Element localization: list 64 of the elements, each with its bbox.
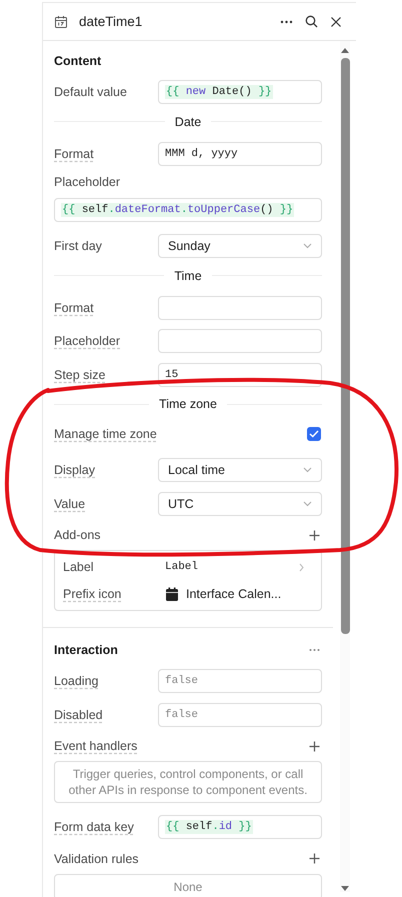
plus-icon <box>309 530 320 540</box>
field-label: Format <box>54 300 95 314</box>
scroll-down-icon[interactable] <box>340 886 350 892</box>
divider-label: Time zone <box>158 397 218 411</box>
field-label: Default value <box>54 85 128 99</box>
input-field[interactable] <box>158 329 322 353</box>
add-button[interactable] <box>307 851 322 866</box>
scroll-up-icon[interactable] <box>340 47 350 53</box>
input-field[interactable]: false <box>158 669 322 693</box>
close-icon <box>330 16 342 28</box>
field-label: Validation rules <box>54 852 140 866</box>
code-field[interactable]: {{ self.dateFormat.toUpperCase() }} <box>54 198 322 222</box>
dropdown[interactable]: UTC <box>158 492 322 516</box>
section-title: Content <box>54 54 102 68</box>
empty-state-text: None <box>174 880 202 894</box>
code-value: {{ self.dateFormat.toUpperCase() }} <box>61 203 294 217</box>
divider-label: Time <box>173 268 203 282</box>
field-label: Format <box>54 146 95 160</box>
field-label: Prefix icon <box>63 587 122 601</box>
addon-value: Label <box>165 561 200 573</box>
add-button[interactable] <box>307 528 322 542</box>
field-label: Manage time zone <box>54 427 158 441</box>
field-label: Add-ons <box>54 528 102 542</box>
code-field[interactable]: {{ self.id }} <box>158 815 322 839</box>
add-button[interactable] <box>307 738 322 754</box>
component-title: dateTime1 <box>79 14 144 29</box>
chevron-down-icon <box>303 243 312 249</box>
calendar-icon <box>54 14 68 28</box>
divider-label: Date <box>174 114 202 128</box>
plus-icon <box>309 740 320 752</box>
input-field[interactable]: false <box>158 702 322 726</box>
field-label: Step size <box>54 368 106 382</box>
field-label: First day <box>54 239 103 253</box>
dropdown[interactable]: Local time <box>158 458 322 482</box>
input-field[interactable]: MMM d, yyyy <box>158 142 322 166</box>
field-label: Disabled <box>54 708 104 722</box>
field-label: Event handlers <box>54 739 138 753</box>
calendar-icon <box>165 587 179 601</box>
checkbox[interactable] <box>307 427 321 441</box>
chevron-down-icon <box>303 467 312 473</box>
field-label: Placeholder <box>54 334 122 348</box>
search-button[interactable] <box>303 13 320 30</box>
search-icon <box>305 15 318 28</box>
code-field[interactable]: {{ new Date() }} <box>158 80 322 104</box>
chevron-down-icon <box>303 500 312 506</box>
scrollbar[interactable] <box>340 41 350 892</box>
dropdown[interactable]: Sunday <box>158 234 322 258</box>
more-icon <box>309 648 320 652</box>
input-field[interactable] <box>158 296 322 320</box>
field-label: Loading <box>54 674 100 688</box>
field-label: Form data key <box>54 820 135 834</box>
code-value: {{ self.id }} <box>165 820 253 834</box>
code-value: {{ new Date() }} <box>165 85 273 99</box>
addon-value: Interface Calen... <box>186 587 282 601</box>
addon-item[interactable]: Prefix icon Interface Calen... <box>63 584 311 604</box>
field-label: Placeholder <box>54 175 122 189</box>
field-label: Value <box>54 496 86 510</box>
section-title: Interaction <box>54 643 118 657</box>
field-label: Display <box>54 463 96 477</box>
addon-item[interactable]: Label Label <box>63 557 311 577</box>
chevron-right-icon <box>299 562 304 572</box>
field-label: Label <box>63 560 95 574</box>
empty-state-text: Trigger queries, control components, or call other APIs in response to component events. <box>68 767 308 797</box>
plus-icon <box>309 853 320 864</box>
